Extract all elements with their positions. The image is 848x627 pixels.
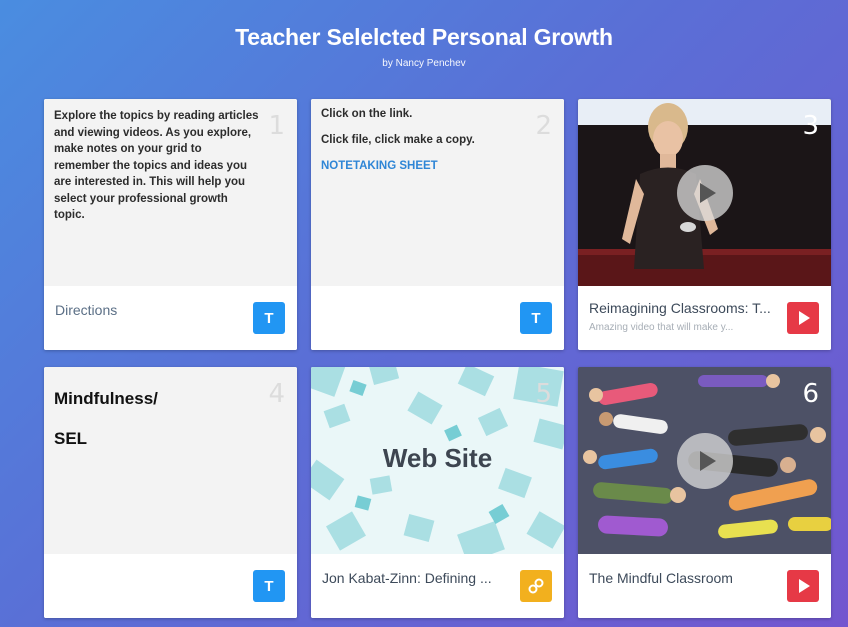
text-icon[interactable]: T <box>253 302 285 334</box>
tile-title: Jon Kabat-Zinn: Defining ... <box>322 570 492 586</box>
tile-body: Mindfulness/ SEL 4 <box>44 367 297 554</box>
tile-notetaking[interactable]: Click on the link. Click file, click mak… <box>311 99 564 350</box>
tile-footer: T <box>311 286 564 350</box>
tile-number: 6 <box>802 379 819 409</box>
tile-number: 4 <box>268 379 285 409</box>
link-icon[interactable] <box>520 570 552 602</box>
tile-directions[interactable]: Explore the topics by reading articles a… <box>44 99 297 350</box>
youtube-icon[interactable] <box>787 570 819 602</box>
tile-number: 1 <box>268 111 285 141</box>
tile-text: Explore the topics by reading articles a… <box>54 110 259 221</box>
page-author: by Nancy Penchev <box>382 58 466 69</box>
tile-heading-line: Mindfulness/ <box>54 389 158 408</box>
tile-title: Directions <box>55 302 118 318</box>
tile-footer: Jon Kabat-Zinn: Defining ... <box>311 554 564 618</box>
website-label: Web Site <box>382 443 493 473</box>
play-icon[interactable] <box>677 433 733 489</box>
tile-text-line: Click file, click make a copy. <box>321 134 475 146</box>
video-thumbnail[interactable]: 6 <box>578 367 831 554</box>
link-icon <box>528 578 544 594</box>
text-icon[interactable]: T <box>253 570 285 602</box>
youtube-icon[interactable] <box>787 302 819 334</box>
tile-footer: T <box>44 554 297 618</box>
tile-body: Explore the topics by reading articles a… <box>44 99 297 286</box>
tile-subtitle: Amazing video that will make y... <box>589 322 734 333</box>
tile-number: 2 <box>535 111 552 141</box>
text-icon[interactable]: T <box>520 302 552 334</box>
website-thumbnail[interactable]: Web Site 5 <box>311 367 564 554</box>
play-icon <box>799 311 810 325</box>
play-icon <box>799 579 810 593</box>
tile-number: 3 <box>802 111 819 141</box>
page-header: Teacher Selelcted Personal Growth by Nan… <box>0 24 848 69</box>
tile-title: Reimagining Classrooms: T... <box>589 300 771 316</box>
tile-video-reimagining[interactable]: 3 Reimagining Classrooms: T... Amazing v… <box>578 99 831 350</box>
tile-heading-line: SEL <box>54 429 88 448</box>
tile-body: Click on the link. Click file, click mak… <box>311 99 564 286</box>
tile-footer: Reimagining Classrooms: T... Amazing vid… <box>578 286 831 350</box>
tile-footer: Directions T <box>44 286 297 350</box>
video-thumbnail[interactable]: 3 <box>578 99 831 286</box>
tile-footer: The Mindful Classroom <box>578 554 831 618</box>
tile-mindfulness[interactable]: Mindfulness/ SEL 4 T <box>44 367 297 618</box>
tile-number: 5 <box>535 379 552 409</box>
tile-video-mindful-classroom[interactable]: 6 The Mindful Classroom <box>578 367 831 618</box>
play-icon[interactable] <box>677 165 733 221</box>
notetaking-sheet-link[interactable]: NOTETAKING SHEET <box>321 160 475 172</box>
page-title: Teacher Selelcted Personal Growth <box>235 24 613 50</box>
tile-website[interactable]: Web Site 5 Jon Kabat-Zinn: Defining ... <box>311 367 564 618</box>
tile-title: The Mindful Classroom <box>589 570 733 586</box>
tile-text-line: Click on the link. <box>321 108 413 120</box>
